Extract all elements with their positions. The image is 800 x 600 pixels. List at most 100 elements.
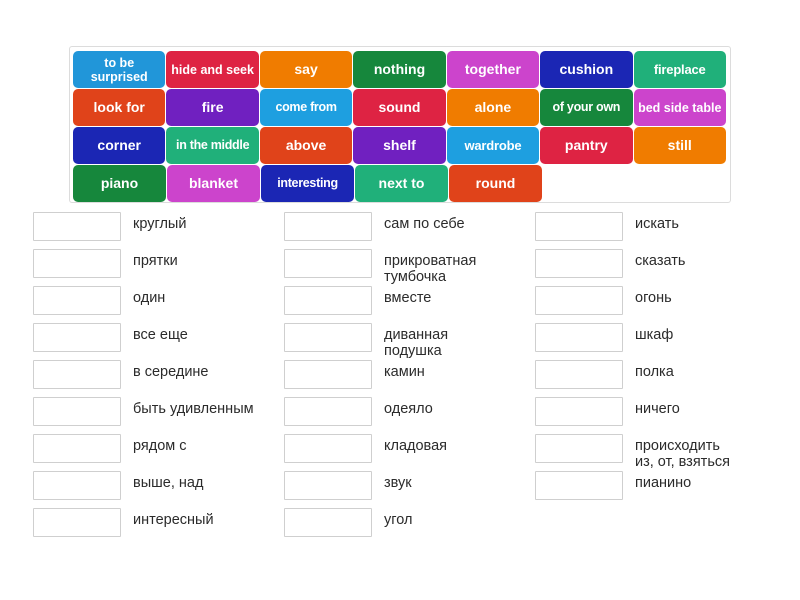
answer-label: прятки — [133, 253, 178, 269]
answer-row: камин — [284, 360, 532, 397]
word-tile[interactable]: of your own — [540, 89, 633, 126]
answer-label: круглый — [133, 216, 187, 232]
answer-drop-box[interactable] — [535, 434, 623, 463]
answer-drop-box[interactable] — [33, 397, 121, 426]
answer-label: кладовая — [384, 438, 448, 454]
word-tile[interactable]: alone — [446, 89, 540, 126]
word-tile[interactable]: come from — [259, 89, 353, 126]
answer-drop-box[interactable] — [535, 397, 623, 426]
answer-row: кладовая — [284, 434, 532, 471]
answer-row: рядом с — [33, 434, 281, 471]
answer-label: рядом с — [133, 438, 187, 454]
answer-drop-box[interactable] — [535, 471, 623, 500]
answer-drop-box[interactable] — [284, 212, 372, 241]
answer-row: интересный — [33, 508, 281, 545]
word-tile[interactable]: corner — [73, 127, 166, 164]
word-tile[interactable]: nothing — [353, 51, 446, 88]
answer-drop-box[interactable] — [284, 397, 372, 426]
answer-label: огонь — [635, 290, 672, 306]
answer-drop-box[interactable] — [33, 434, 121, 463]
word-tile[interactable]: sound — [353, 89, 446, 126]
answer-label: один — [133, 290, 166, 306]
answer-drop-box[interactable] — [33, 286, 121, 315]
answer-drop-box[interactable] — [535, 249, 623, 278]
answer-row: угол — [284, 508, 532, 545]
word-tile[interactable]: blanket — [167, 165, 260, 202]
tile-row: corner in the middle above shelf wardrobe pan… — [73, 127, 727, 164]
answer-row: сам по себе — [284, 212, 532, 249]
answer-label: камин — [384, 364, 425, 380]
answer-row: происходить из, от, взяться — [535, 434, 783, 471]
answer-drop-box[interactable] — [284, 508, 372, 537]
answer-row: круглый — [33, 212, 281, 249]
word-tile[interactable]: round — [449, 165, 542, 202]
answer-row: прикроватная тумбочка — [284, 249, 532, 286]
match-up-activity: to be surprised hide and seek say nothing to… — [0, 0, 800, 600]
word-tile[interactable]: together — [446, 51, 540, 88]
answer-row: огонь — [535, 286, 783, 323]
answer-label: все еще — [133, 327, 188, 343]
answer-drop-box[interactable] — [284, 434, 372, 463]
word-tile[interactable]: above — [259, 127, 353, 164]
answer-drop-box[interactable] — [284, 249, 372, 278]
answer-label: интересный — [133, 512, 214, 528]
answer-label: угол — [384, 512, 413, 528]
word-tile[interactable]: to be surprised — [73, 51, 166, 88]
answer-row: все еще — [33, 323, 281, 360]
answer-drop-box[interactable] — [284, 360, 372, 389]
answer-drop-box[interactable] — [284, 471, 372, 500]
answer-drop-box[interactable] — [284, 286, 372, 315]
answer-row: шкаф — [535, 323, 783, 360]
answer-drop-box[interactable] — [535, 323, 623, 352]
answer-row: искать — [535, 212, 783, 249]
word-tile[interactable]: fireplace — [633, 51, 726, 88]
word-tile[interactable]: hide and seek — [166, 51, 259, 88]
word-tile[interactable]: interesting — [261, 165, 354, 202]
answer-label: звук — [384, 475, 412, 491]
word-tile[interactable]: say — [259, 51, 353, 88]
answer-row: выше, над — [33, 471, 281, 508]
answer-label: происходить из, от, взяться — [635, 438, 730, 470]
answer-row: одеяло — [284, 397, 532, 434]
answer-row: ничего — [535, 397, 783, 434]
answer-drop-box[interactable] — [33, 249, 121, 278]
answer-column-3: искать сказать огонь шкаф полка ничего происхо… — [535, 212, 783, 545]
word-tile[interactable]: shelf — [353, 127, 446, 164]
answer-label: полка — [635, 364, 674, 380]
answer-label: выше, над — [133, 475, 204, 491]
answer-label: прикроватная тумбочка — [384, 253, 477, 285]
answer-label: сам по себе — [384, 216, 465, 232]
word-tile[interactable]: pantry — [540, 127, 633, 164]
answer-row: вместе — [284, 286, 532, 323]
answer-drop-box[interactable] — [33, 212, 121, 241]
answer-drop-box[interactable] — [284, 323, 372, 352]
word-tile[interactable]: piano — [73, 165, 166, 202]
word-tile[interactable]: cushion — [540, 51, 633, 88]
answer-label: вместе — [384, 290, 432, 306]
answer-drop-box[interactable] — [33, 323, 121, 352]
word-tile[interactable]: in the middle — [166, 127, 259, 164]
answer-drop-box[interactable] — [33, 508, 121, 537]
answer-label: пианино — [635, 475, 692, 491]
answer-drop-box[interactable] — [535, 212, 623, 241]
answer-drop-box[interactable] — [33, 360, 121, 389]
answer-row: в середине — [33, 360, 281, 397]
answer-row: пианино — [535, 471, 783, 508]
word-tile[interactable]: wardrobe — [446, 127, 540, 164]
answer-drop-box[interactable] — [535, 286, 623, 315]
word-tile[interactable]: bed side table — [633, 89, 726, 126]
tile-row: look for fire come from sound alone of your o… — [73, 89, 727, 126]
word-tile[interactable]: look for — [73, 89, 166, 126]
word-tile[interactable]: next to — [355, 165, 448, 202]
word-tile[interactable]: fire — [166, 89, 259, 126]
word-tile[interactable]: still — [633, 127, 726, 164]
answer-label: в середине — [133, 364, 209, 380]
answer-drop-box[interactable] — [33, 471, 121, 500]
answer-area: круглый прятки один все еще в середине быть у… — [0, 212, 800, 545]
tile-row: piano blanket interesting next to round — [73, 165, 727, 202]
answer-row: один — [33, 286, 281, 323]
answer-label: ничего — [635, 401, 680, 417]
answer-drop-box[interactable] — [535, 360, 623, 389]
answer-label: одеяло — [384, 401, 433, 417]
answer-row: звук — [284, 471, 532, 508]
